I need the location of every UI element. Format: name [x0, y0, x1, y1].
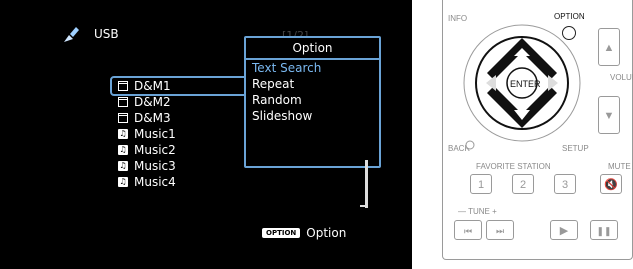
option-hint: OPTION Option [262, 226, 346, 240]
music-file-icon: ♫ [118, 161, 128, 171]
volume-up-button[interactable]: ▲ [598, 28, 620, 66]
volume-label: VOLUME [610, 73, 633, 82]
favorite-2-button[interactable]: 2 [512, 174, 534, 194]
mute-label: MUTE [608, 162, 631, 171]
source-label: USB [94, 27, 119, 41]
usb-icon [64, 27, 79, 42]
scrollbar[interactable] [360, 160, 370, 208]
option-menu: Option Text Search Repeat Random Slidesh… [244, 36, 381, 168]
enter-label: ENTER [510, 79, 541, 89]
list-item-label: D&M1 [134, 79, 171, 93]
next-track-button[interactable]: ⏭ [486, 220, 514, 240]
option-random[interactable]: Random [246, 92, 379, 108]
mute-button[interactable]: 🔇 [600, 174, 622, 194]
folder-icon [118, 97, 128, 107]
play-button[interactable]: ▶ [550, 220, 578, 240]
option-label: OPTION [554, 12, 585, 21]
list-item[interactable]: D&M3 [112, 110, 250, 126]
list-item-label: D&M3 [134, 111, 171, 125]
music-file-icon: ♫ [118, 177, 128, 187]
list-item-label: Music1 [134, 127, 176, 141]
music-file-icon: ♫ [118, 145, 128, 155]
option-menu-title: Option [246, 38, 379, 60]
favorite-station-label: FAVORITE STATION [476, 162, 551, 171]
list-item[interactable]: D&M2 [112, 94, 250, 110]
remote-control: INFO OPTION BACK SETUP VOLUME ENTER ▲ ▼ … [442, 0, 633, 269]
favorite-3-button[interactable]: 3 [554, 174, 576, 194]
prev-track-button[interactable]: ⏮ [454, 220, 482, 240]
file-list: D&M1 D&M2 D&M3 ♫ Music1 ♫ Music2 ♫ Music… [110, 76, 252, 190]
volume-down-button[interactable]: ▼ [598, 96, 620, 134]
option-slideshow[interactable]: Slideshow [246, 108, 379, 124]
option-badge: OPTION [262, 228, 301, 238]
list-item[interactable]: ♫ Music3 [112, 158, 250, 174]
favorite-1-button[interactable]: 1 [470, 174, 492, 194]
tv-screen: USB [1/2] D&M1 D&M2 D&M3 ♫ Music1 ♫ Musi… [0, 0, 412, 269]
list-item[interactable]: D&M1 [110, 76, 252, 96]
list-item[interactable]: ♫ Music1 [112, 126, 250, 142]
option-hint-text: Option [306, 226, 347, 240]
option-repeat[interactable]: Repeat [246, 76, 379, 92]
music-file-icon: ♫ [118, 129, 128, 139]
list-item[interactable]: ♫ Music2 [112, 142, 250, 158]
list-item[interactable]: ♫ Music4 [112, 174, 250, 190]
list-item-label: Music3 [134, 159, 176, 173]
info-label: INFO [448, 14, 468, 23]
tune-label: — TUNE + [458, 207, 497, 216]
list-item-label: D&M2 [134, 95, 171, 109]
option-text-search[interactable]: Text Search [246, 60, 379, 76]
folder-icon [118, 81, 128, 91]
list-item-label: Music2 [134, 143, 176, 157]
scrollbar-thumb[interactable] [365, 160, 368, 208]
scrollbar-base [360, 205, 368, 207]
folder-icon [118, 113, 128, 123]
list-item-label: Music4 [134, 175, 176, 189]
pause-button[interactable]: ❚❚ [590, 220, 618, 240]
